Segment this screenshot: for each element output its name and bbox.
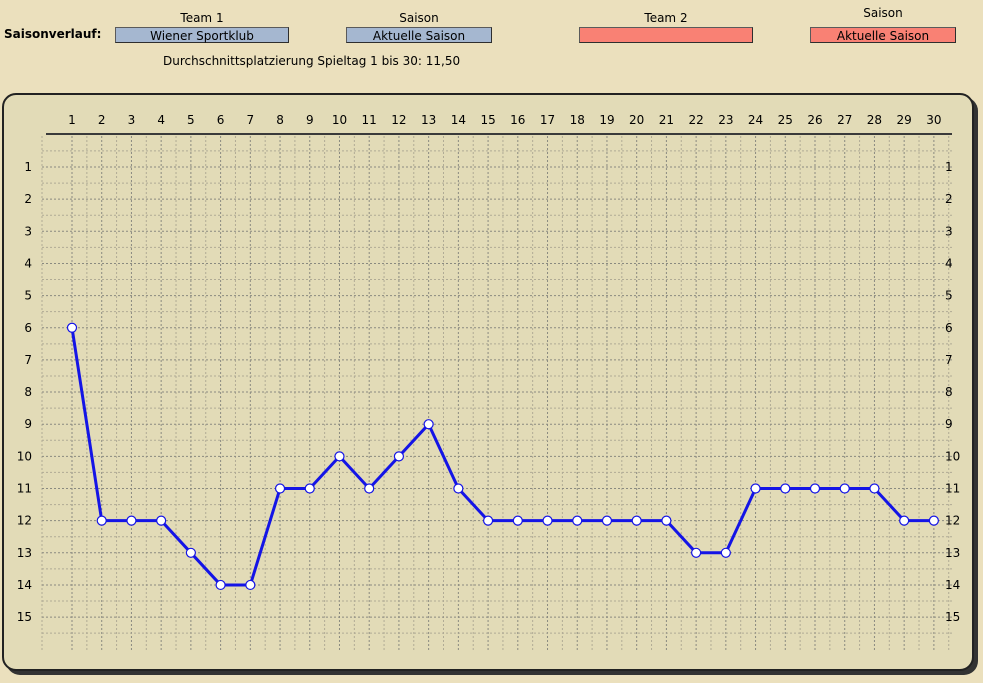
data-point	[423, 419, 434, 430]
x-tick-label: 7	[246, 113, 254, 127]
y-tick-label-left: 8	[24, 385, 32, 399]
data-point	[156, 515, 167, 526]
x-tick-label: 18	[570, 113, 585, 127]
x-tick-label: 19	[599, 113, 614, 127]
y-tick-label-left: 15	[17, 610, 32, 624]
x-tick-label: 13	[421, 113, 436, 127]
data-point	[780, 483, 791, 494]
y-tick-label-right: 4	[945, 256, 953, 270]
x-tick-label: 4	[157, 113, 165, 127]
y-tick-label-right: 5	[945, 289, 953, 303]
x-tick-label: 15	[480, 113, 495, 127]
data-point	[453, 483, 464, 494]
y-tick-label-right: 6	[945, 321, 953, 335]
x-tick-label: 16	[510, 113, 525, 127]
data-point	[839, 483, 850, 494]
x-tick-label: 20	[629, 113, 644, 127]
y-tick-label-right: 10	[945, 449, 960, 463]
data-point	[334, 451, 345, 462]
y-tick-label-left: 14	[17, 578, 32, 592]
data-point	[631, 515, 642, 526]
data-point	[572, 515, 583, 526]
data-point	[245, 579, 256, 591]
data-point	[364, 483, 375, 494]
data-point	[691, 547, 702, 558]
x-tick-label: 24	[748, 113, 763, 127]
y-tick-label-left: 5	[24, 289, 32, 303]
data-point	[66, 322, 78, 333]
data-point	[304, 483, 315, 494]
data-point	[96, 515, 107, 526]
data-point	[393, 451, 405, 462]
data-point	[661, 515, 672, 526]
y-tick-label-right: 13	[945, 546, 960, 560]
data-point	[928, 515, 939, 526]
data-point	[542, 515, 553, 526]
x-tick-label: 11	[362, 113, 377, 127]
y-tick-label-left: 7	[24, 353, 32, 367]
data-point	[720, 547, 731, 558]
y-tick-label-right: 2	[945, 192, 953, 206]
y-tick-label-right: 3	[945, 224, 953, 238]
x-tick-label: 3	[128, 113, 136, 127]
y-tick-label-right: 7	[945, 353, 953, 367]
y-tick-label-left: 11	[17, 482, 32, 496]
x-tick-label: 6	[217, 113, 225, 127]
data-point	[750, 483, 761, 494]
x-tick-label: 17	[540, 113, 555, 127]
y-tick-label-right: 11	[945, 482, 960, 496]
y-tick-label-left: 9	[24, 417, 32, 431]
x-tick-label: 14	[451, 113, 466, 127]
x-tick-label: 28	[867, 113, 882, 127]
data-point	[512, 515, 523, 526]
x-tick-label: 25	[778, 113, 793, 127]
data-point	[869, 483, 880, 494]
y-tick-label-left: 4	[24, 256, 32, 270]
data-point	[274, 483, 286, 494]
x-tick-label: 22	[688, 113, 703, 127]
y-tick-label-right: 14	[945, 578, 960, 592]
x-tick-label: 27	[837, 113, 852, 127]
data-point	[899, 515, 910, 526]
y-tick-label-left: 10	[17, 449, 32, 463]
x-tick-label: 23	[718, 113, 733, 127]
y-tick-label-left: 1	[24, 160, 32, 174]
y-tick-label-left: 6	[24, 321, 32, 335]
x-tick-label: 2	[98, 113, 106, 127]
data-point	[809, 483, 821, 494]
x-tick-label: 9	[306, 113, 314, 127]
x-tick-label: 5	[187, 113, 195, 127]
x-tick-label: 30	[926, 113, 941, 127]
season-chart: 1 2 3 4 5 6 7 8 9 10 11 12 13 14 15 16 17 18 19 20 21 22 23 24 2…	[17, 113, 960, 650]
y-tick-label-left: 13	[17, 546, 32, 560]
y-tick-label-left: 2	[24, 192, 32, 206]
x-tick-label: 1	[68, 113, 76, 127]
x-tick-label: 8	[276, 113, 284, 127]
data-point	[482, 515, 494, 526]
x-tick-label: 10	[332, 113, 347, 127]
y-tick-label-right: 9	[945, 417, 953, 431]
y-tick-label-left: 3	[24, 224, 32, 238]
data-point	[215, 579, 226, 591]
data-point	[601, 515, 613, 526]
y-tick-label-right: 12	[945, 514, 960, 528]
x-tick-label: 26	[807, 113, 822, 127]
data-point	[185, 547, 196, 558]
y-tick-label-right: 15	[945, 610, 960, 624]
y-tick-label-left: 12	[17, 514, 32, 528]
x-tick-label: 21	[659, 113, 674, 127]
x-tick-label: 12	[391, 113, 406, 127]
x-tick-label: 29	[897, 113, 912, 127]
y-tick-label-right: 8	[945, 385, 953, 399]
data-point	[126, 515, 137, 526]
y-tick-label-right: 1	[945, 160, 953, 174]
